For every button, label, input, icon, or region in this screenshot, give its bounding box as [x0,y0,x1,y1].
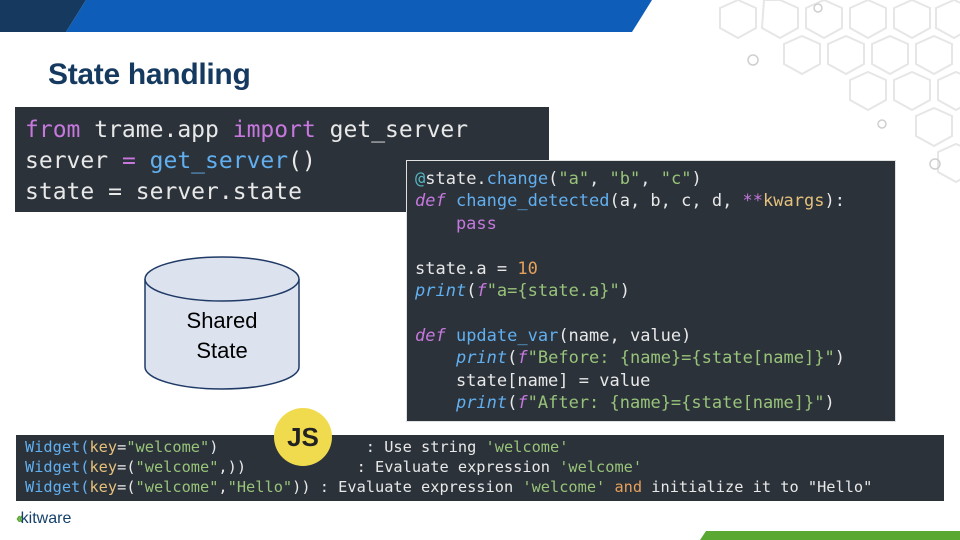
code-token: : Evaluate expression [319,478,523,496]
code-token: "welcome" [135,458,219,476]
code-block-widget-key: Widget(key="welcome") : Use string 'welc… [16,435,944,501]
code-token: = [108,148,150,174]
code-token: 'welcome' [485,438,569,456]
shared-state-line1: Shared [186,308,258,333]
shared-state-label: Shared State [145,306,299,366]
code-token: (a, b, c, d, [609,191,743,212]
code-token: from [25,117,81,143]
code-token: print [455,393,508,414]
kitware-logo-text: kitware [20,510,72,527]
code-token: "welcome" [126,438,210,456]
code-token: : Use string [365,438,486,456]
code-line: state[name] = value [415,370,651,391]
code-token: get_server [315,117,469,143]
code-token: 10 [517,258,538,279]
code-token: trame.app [80,117,233,143]
code-token: ) [619,281,630,302]
code-token: change [486,169,549,189]
code-token: ** [742,191,764,212]
code-token: def [415,325,446,346]
code-block-state-change: @state.change("a", "b", "c") def change_… [406,160,896,422]
code-token: f [476,281,487,302]
code-token: key [89,458,118,476]
code-token: ) [824,393,835,414]
code-token: ( [548,169,559,189]
code-token: , [218,478,228,496]
code-token: "Hello" [227,478,293,496]
code-token: , [640,169,661,189]
code-token: ( [507,348,518,369]
code-token: 'welcome' [559,458,643,476]
code-token: kwargs [763,191,825,212]
code-token: "welcome" [135,478,219,496]
code-token: ( [507,393,518,414]
code-token: "c" [660,169,692,189]
code-token: )) [292,478,320,496]
code-token: and [605,478,643,496]
code-token: initialize it to "Hello" [642,478,873,496]
code-token: def [415,191,446,212]
code-token: 'welcome' [522,478,606,496]
code-token: @ [415,169,426,189]
code-token: "After: {name}={state[name]}" [527,393,825,414]
code-token: get_server [149,148,289,174]
code-token: =( [117,478,136,496]
code-token: key [89,478,118,496]
javascript-logo-badge: JS [274,408,332,466]
bottom-accent-bar [700,531,960,540]
code-token: "b" [609,169,641,189]
code-token: print [455,348,508,369]
code-token: "a={state.a}" [486,281,620,302]
code-token: = [117,438,127,456]
code-token: server [25,148,109,174]
code-token: Widget( [25,438,90,456]
page-title: State handling [48,58,251,91]
code-token: =( [117,458,136,476]
code-token: ): [824,191,845,212]
code-token: "Before: {name}={state[name]}" [527,348,835,369]
code-token: Widget( [25,478,90,496]
code-token: ( [466,281,477,302]
code-token: : Evaluate expression [356,458,560,476]
code-token: ) [691,169,702,189]
code-token: key [89,438,118,456]
code-token: update_var [445,325,559,346]
code-token: (name, value) [558,325,692,346]
shared-state-line2: State [196,338,248,363]
code-token: Widget( [25,458,90,476]
code-token: f [517,393,528,414]
code-token: state.a = [415,258,518,279]
code-token: state. [425,169,487,189]
code-token: f [517,348,528,369]
code-line: state = server.state [25,179,302,205]
code-token: print [415,281,467,302]
code-token: ) [834,348,845,369]
code-token: change_detected [445,191,610,212]
kitware-logo: ‹‹kitware [16,510,71,528]
code-token: () [288,148,316,174]
code-token: "a" [558,169,590,189]
code-token: ,)) [218,458,247,476]
code-token: , [589,169,610,189]
code-token: import [232,117,316,143]
code-line: pass [415,213,497,234]
